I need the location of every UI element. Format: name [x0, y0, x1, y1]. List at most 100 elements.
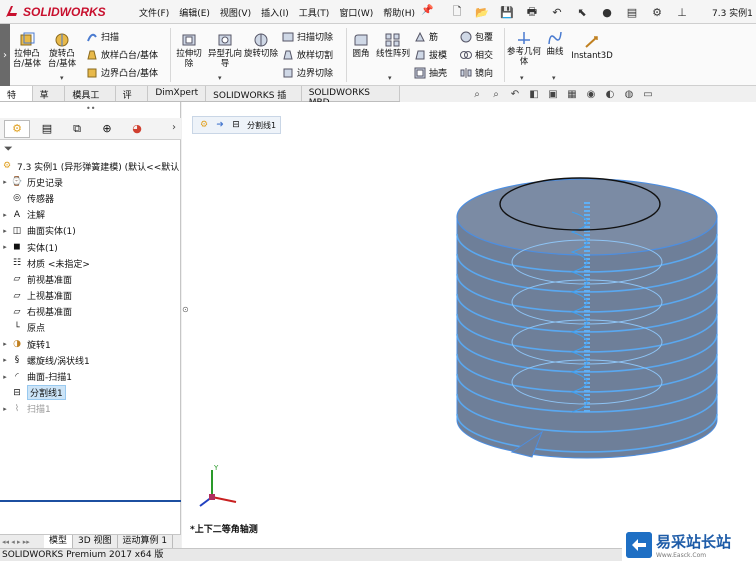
print-icon[interactable]: 🖶 [521, 3, 543, 21]
intersect-button[interactable]: 相交 [460, 48, 493, 61]
tree-item-split-line1[interactable]: ⊟ 分割线1 [0, 385, 181, 401]
graphics-area[interactable]: ⚙ ➜ ⊟ 分割线1 Y *上下二等角轴测 [182, 102, 756, 548]
expand-arrow-icon[interactable]: › [0, 24, 10, 86]
axis-triad-icon[interactable]: Y [192, 462, 242, 512]
extrude-cut-button[interactable]: 拉伸切除 [174, 32, 204, 69]
expand-arrow-icon[interactable]: ▸ [0, 373, 10, 381]
expand-arrow-icon[interactable]: ▸ [0, 178, 10, 186]
pushpin-icon[interactable]: ⊥ [671, 3, 693, 21]
menu-edit[interactable]: 编辑(E) [174, 4, 215, 21]
expand-arrow-icon[interactable]: ▸ [0, 227, 10, 235]
expand-arrow-icon[interactable]: ▸ [0, 211, 10, 219]
boundary-boss-button[interactable]: 边界凸台/基体 [86, 66, 158, 79]
part-icon[interactable]: ⚙ [197, 118, 211, 132]
sweep-button[interactable]: 扫描 [86, 30, 119, 43]
pin-icon[interactable]: 📌 [421, 5, 433, 16]
menu-insert[interactable]: 插入(I) [256, 4, 294, 21]
linear-pattern-button[interactable]: 线性阵列 [376, 32, 410, 59]
revolve-cut-button[interactable]: 旋转切除 [244, 32, 278, 59]
tree-item-origin[interactable]: └ 原点 [0, 320, 181, 336]
display-style-icon[interactable]: ▦ [565, 89, 579, 100]
tree-item-history[interactable]: ▸ ⌚ 历史记录 [0, 174, 181, 190]
draft-button[interactable]: 拔模 [414, 48, 447, 61]
expand-arrow-icon[interactable]: ▸ [0, 340, 10, 348]
hide-show-icon[interactable]: ◉ [584, 89, 598, 100]
tree-item-right-plane[interactable]: ▱ 右视基准面 [0, 304, 181, 320]
boundary-cut-button[interactable]: 边界切除 [282, 66, 333, 79]
traffic-light-icon[interactable]: ● [596, 3, 618, 21]
tab-dimxpert[interactable]: DimXpert [148, 86, 207, 101]
display-manager-tab-icon[interactable]: ◕ [124, 120, 150, 138]
curves-button[interactable]: 曲线 [542, 30, 568, 57]
edit-appearance-icon[interactable]: ◐ [603, 89, 617, 100]
feature-manager-tab-icon[interactable]: ⚙ [4, 119, 30, 138]
spring-model[interactable] [452, 172, 722, 472]
zoom-area-icon[interactable]: ⌕ [489, 89, 503, 100]
dimxpert-manager-tab-icon[interactable]: ⊕ [94, 120, 120, 138]
tree-item-sensors[interactable]: ◎ 传感器 [0, 190, 181, 206]
wrap-button[interactable]: 包覆 [460, 30, 493, 43]
rib-button[interactable]: 筋 [414, 30, 438, 43]
shell-button[interactable]: 抽壳 [414, 66, 447, 79]
view-orientation-icon[interactable]: ▣ [546, 89, 560, 100]
tab-features[interactable]: 特征 [0, 86, 33, 114]
caret-down-icon[interactable]: ▾ [552, 74, 556, 82]
tree-item-surface-bodies[interactable]: ▸ ◫ 曲面实体(1) [0, 223, 181, 239]
configuration-manager-tab-icon[interactable]: ⧉ [64, 120, 90, 138]
extrude-boss-button[interactable]: 拉伸凸台/基体 [10, 32, 44, 69]
caret-down-icon[interactable]: ▾ [218, 74, 222, 82]
tab-3d-views[interactable]: 3D 视图 [73, 535, 118, 548]
undo-icon[interactable]: ↶ [546, 3, 568, 21]
tree-item-solid-bodies[interactable]: ▸ ◼ 实体(1) [0, 239, 181, 255]
hole-wizard-button[interactable]: 异型孔向导 [206, 32, 244, 69]
instant3d-button[interactable]: Instant3D [570, 34, 614, 61]
expand-arrow-icon[interactable]: ▸ [0, 243, 10, 251]
tab-model[interactable]: 模型 [44, 535, 74, 548]
caret-down-icon[interactable]: ▾ [388, 74, 392, 82]
reference-geometry-button[interactable]: 参考几何体 [506, 30, 542, 67]
revolve-boss-button[interactable]: 旋转凸台/基体 [44, 32, 80, 69]
tree-item-revolve1[interactable]: ▸ ◑ 旋转1 [0, 336, 181, 352]
scene-icon[interactable]: ◍ [622, 89, 636, 100]
select-icon[interactable]: ⬉ [571, 3, 593, 21]
panel-resize-handle[interactable]: ⊙ [182, 305, 189, 314]
panel-grip[interactable]: •• [86, 104, 95, 113]
open-file-icon[interactable]: 📂 [471, 3, 493, 21]
tree-item-annotations[interactable]: ▸ A 注解 [0, 207, 181, 223]
tab-sketch[interactable]: 草图 [32, 86, 66, 114]
caret-down-icon[interactable]: ▾ [520, 74, 524, 82]
caret-down-icon[interactable]: ▾ [60, 74, 64, 82]
tab-addins[interactable]: SOLIDWORKS 插件 [206, 86, 302, 114]
expand-arrow-icon[interactable]: ▸ [0, 356, 10, 364]
tree-item-helix1[interactable]: ▸ § 螺旋线/涡状线1 [0, 352, 181, 368]
file-properties-icon[interactable]: ▤ [621, 3, 643, 21]
menu-window[interactable]: 窗口(W) [334, 4, 378, 21]
menu-view[interactable]: 视图(V) [215, 4, 256, 21]
tree-item-top-plane[interactable]: ▱ 上视基准面 [0, 288, 181, 304]
tree-item-surface-sweep1[interactable]: ▸ ◜ 曲面-扫描1 [0, 368, 181, 384]
split-line-icon[interactable]: ⊟ [229, 118, 243, 132]
options-gear-icon[interactable]: ⚙ [646, 3, 668, 21]
swept-cut-button[interactable]: 扫描切除 [282, 30, 333, 43]
tree-item-sweep1[interactable]: ▸ ⌇ 扫描1 [0, 401, 181, 417]
expand-arrow-icon[interactable]: ▸ [0, 405, 10, 413]
tab-motion-study[interactable]: 运动算例 1 [118, 535, 174, 548]
tree-item-material[interactable]: ☷ 材质 <未指定> [0, 255, 181, 271]
fillet-button[interactable]: 圆角 [348, 32, 374, 59]
tree-item-front-plane[interactable]: ▱ 前视基准面 [0, 271, 181, 287]
tab-mold-tools[interactable]: 模具工具 [65, 86, 116, 114]
zoom-to-fit-icon[interactable]: ⌕ [470, 89, 484, 100]
section-view-icon[interactable]: ◧ [527, 89, 541, 100]
chevron-right-icon[interactable]: › [172, 122, 176, 133]
property-manager-tab-icon[interactable]: ▤ [34, 120, 60, 138]
rollback-bar[interactable] [0, 500, 181, 502]
lofted-cut-button[interactable]: 放样切割 [282, 48, 333, 61]
menu-tools[interactable]: 工具(T) [294, 4, 335, 21]
menu-file[interactable]: 文件(F) [134, 4, 174, 21]
previous-view-icon[interactable]: ↶ [508, 89, 522, 100]
tab-evaluate[interactable]: 评估 [115, 86, 149, 114]
view-settings-icon[interactable]: ▭ [641, 89, 655, 100]
filter-icon[interactable]: ⏷ [4, 142, 13, 156]
tree-root[interactable]: ⚙ 7.3 实例1 (异形弹簧建模) (默认<<默认 [0, 158, 181, 174]
menu-help[interactable]: 帮助(H) [378, 4, 420, 21]
